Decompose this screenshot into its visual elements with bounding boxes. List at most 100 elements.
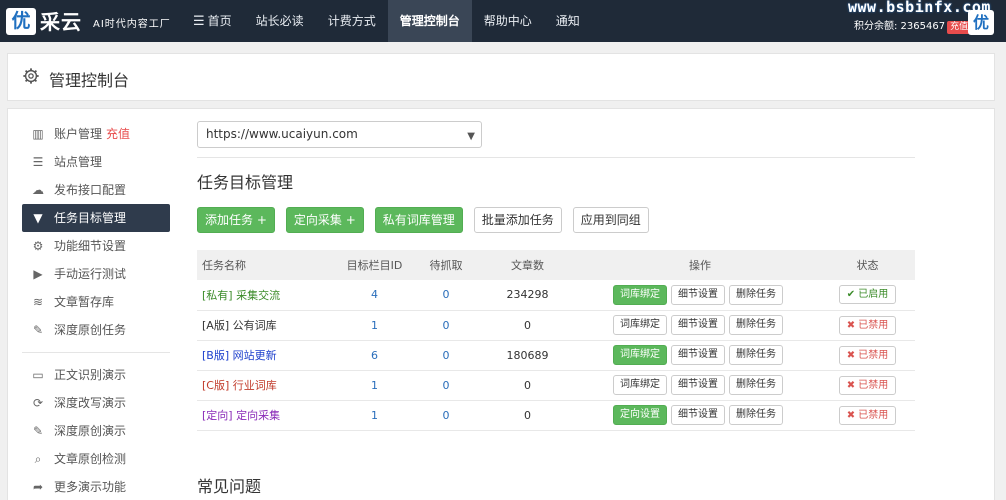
status-cell: ✖ 已禁用 xyxy=(820,400,915,431)
col-header-name: 任务名称 xyxy=(197,250,332,280)
actions-cell: 词库绑定 细节设置 删除任务 xyxy=(580,280,820,311)
bind-lexicon-button[interactable]: 词库绑定 xyxy=(613,345,667,365)
bind-lexicon-button[interactable]: 词库绑定 xyxy=(613,315,667,335)
task-name-link[interactable]: [定向] 定向采集 xyxy=(202,409,280,422)
status-toggle-button[interactable]: ✖ 已禁用 xyxy=(839,345,896,365)
table-row: [B版] 网站更新 6 0 180689 词库绑定 细节设置 删除任务 ✖ 已禁用 xyxy=(197,340,915,371)
sidebar-item[interactable]: ✎ 深度原创演示 xyxy=(22,417,170,445)
article-count-cell: 0 xyxy=(475,370,580,401)
sidebar-item[interactable]: ▭ 正文识别演示 xyxy=(22,361,170,389)
sidebar-item[interactable]: ➦ 更多演示功能 xyxy=(22,473,170,500)
task-name-cell: [C版] 行业词库 xyxy=(197,370,332,401)
task-name-link[interactable]: [B版] 网站更新 xyxy=(202,349,277,362)
status-toggle-button[interactable]: ✖ 已禁用 xyxy=(839,315,896,335)
task-tag: [私有] xyxy=(202,288,233,302)
sidebar-item[interactable]: ☁ 发布接口配置 xyxy=(22,176,170,204)
task-name: 网站更新 xyxy=(232,349,277,362)
detail-settings-button[interactable]: 细节设置 xyxy=(671,345,725,365)
delete-task-button[interactable]: 删除任务 xyxy=(729,315,783,335)
task-name-cell: [B版] 网站更新 xyxy=(197,340,332,371)
pending-cell: 0 xyxy=(417,400,475,431)
database-icon: ≋ xyxy=(32,295,44,309)
sidebar-item[interactable]: ≋ 文章暂存库 xyxy=(22,288,170,316)
col-header-status: 状态 xyxy=(820,250,915,280)
brand-slogan: AI时代内容工厂 xyxy=(93,19,171,30)
list-icon: ☰ xyxy=(32,155,44,169)
main-nav: ☰ 首页 站长必读 计费方式 管理控制台 帮助中心 通知 xyxy=(181,0,592,42)
brand-logo[interactable]: 优 xyxy=(6,8,36,35)
detail-settings-button[interactable]: 细节设置 xyxy=(671,375,725,395)
task-name-link[interactable]: [私有] 采集交流 xyxy=(202,289,280,302)
batch-add-task-button[interactable]: 批量添加任务 xyxy=(473,207,562,233)
add-task-button[interactable]: 添加任务 + xyxy=(197,207,275,233)
column-id-cell: 1 xyxy=(332,370,417,401)
pending-cell: 0 xyxy=(417,340,475,371)
task-name: 定向采集 xyxy=(236,409,281,422)
detail-settings-button[interactable]: 细节设置 xyxy=(671,284,725,305)
nav-item-help[interactable]: 帮助中心 xyxy=(472,0,544,42)
points-text: 积分余额: 2365467 xyxy=(854,21,946,32)
page-header: 管理控制台 xyxy=(7,53,995,101)
sidebar-item-label: 功能细节设置 xyxy=(54,239,127,253)
site-select-value: https://www.ucaiyun.com xyxy=(206,127,358,141)
nav-item-console[interactable]: 管理控制台 xyxy=(387,0,472,42)
delete-task-button[interactable]: 删除任务 xyxy=(729,405,783,425)
status-cell: ✔ 已启用 xyxy=(820,280,915,311)
sidebar-item[interactable]: ▥ 账户管理 充值 xyxy=(22,120,170,148)
bind-lexicon-button[interactable]: 定向设置 xyxy=(613,405,667,425)
user-avatar[interactable]: 优 xyxy=(968,10,994,35)
nav-item-pricing[interactable]: 计费方式 xyxy=(316,0,388,42)
task-name-cell: [私有] 采集交流 xyxy=(197,280,332,311)
bind-lexicon-button[interactable]: 词库绑定 xyxy=(613,284,667,305)
sidebar-item-label: 更多演示功能 xyxy=(54,480,127,494)
col-header-column-id: 目标栏目ID xyxy=(332,250,417,280)
action-button-row: 添加任务 + 定向采集 + 私有词库管理 批量添加任务 应用到同组 xyxy=(197,207,660,233)
delete-task-button[interactable]: 删除任务 xyxy=(729,345,783,365)
nav-item-home[interactable]: ☰ 首页 xyxy=(181,0,244,42)
targeted-collect-button[interactable]: 定向采集 + xyxy=(285,207,364,233)
recharge-link[interactable]: 充值 xyxy=(106,127,130,141)
detail-settings-button[interactable]: 细节设置 xyxy=(671,405,725,425)
status-toggle-button[interactable]: ✖ 已禁用 xyxy=(839,405,896,425)
site-select[interactable]: https://www.ucaiyun.com ▼ xyxy=(197,121,482,148)
sidebar-item[interactable]: ⌕ 文章原创检测 xyxy=(22,445,170,473)
delete-task-button[interactable]: 删除任务 xyxy=(729,375,783,395)
nav-item-notice[interactable]: 通知 xyxy=(544,0,592,42)
nav-item-must-read[interactable]: 站长必读 xyxy=(244,0,316,42)
pending-cell: 0 xyxy=(417,280,475,311)
sidebar-item[interactable]: ▼ 任务目标管理 xyxy=(22,204,170,232)
delete-task-button[interactable]: 删除任务 xyxy=(729,284,783,305)
main-panel: ▥ 账户管理 充值 ☰ 站点管理 ☁ 发布接口配置 ▼ 任务目标管理 ⚙ 功能细节设置 ▶ 手动运行测试… xyxy=(7,108,995,500)
column-id-cell: 6 xyxy=(332,340,417,371)
brand-name[interactable]: 采云 xyxy=(40,6,82,35)
sidebar-item-label: 手动运行测试 xyxy=(54,267,127,281)
monitor-icon: ▭ xyxy=(32,368,44,382)
sidebar-item[interactable]: ✎ 深度原创任务 xyxy=(22,316,170,344)
private-lexicon-button[interactable]: 私有词库管理 xyxy=(374,207,463,233)
task-name-link[interactable]: [C版] 行业词库 xyxy=(202,379,277,392)
detail-settings-button[interactable]: 细节设置 xyxy=(671,315,725,335)
article-count-cell: 180689 xyxy=(475,340,580,371)
column-id-cell: 4 xyxy=(332,280,417,311)
table-row: [A版] 公有词库 1 0 0 词库绑定 细节设置 删除任务 ✖ 已禁用 xyxy=(197,310,915,341)
status-toggle-button[interactable]: ✔ 已启用 xyxy=(839,285,896,305)
sidebar-item-label: 深度原创演示 xyxy=(54,424,127,438)
sidebar-item[interactable]: ☰ 站点管理 xyxy=(22,148,170,176)
col-header-actions: 操作 xyxy=(580,250,820,280)
sidebar-divider xyxy=(22,352,170,353)
apply-to-group-button[interactable]: 应用到同组 xyxy=(572,207,649,233)
column-id-cell: 1 xyxy=(332,310,417,341)
sidebar-item[interactable]: ⚙ 功能细节设置 xyxy=(22,232,170,260)
edit-icon: ✎ xyxy=(32,424,44,438)
actions-cell: 词库绑定 细节设置 删除任务 xyxy=(580,310,820,341)
task-name-link[interactable]: [A版] 公有词库 xyxy=(202,319,277,332)
status-cell: ✖ 已禁用 xyxy=(820,340,915,371)
sidebar-item[interactable]: ⟳ 深度改写演示 xyxy=(22,389,170,417)
sidebar-item-label: 文章暂存库 xyxy=(54,295,115,309)
bind-lexicon-button[interactable]: 词库绑定 xyxy=(613,375,667,395)
sidebar-item-label: 深度原创任务 xyxy=(54,323,127,337)
bar-chart-icon: ▥ xyxy=(32,127,44,141)
sidebar-item[interactable]: ▶ 手动运行测试 xyxy=(22,260,170,288)
points-balance: 积分余额: 2365467 充值 xyxy=(854,17,972,34)
status-toggle-button[interactable]: ✖ 已禁用 xyxy=(839,375,896,395)
